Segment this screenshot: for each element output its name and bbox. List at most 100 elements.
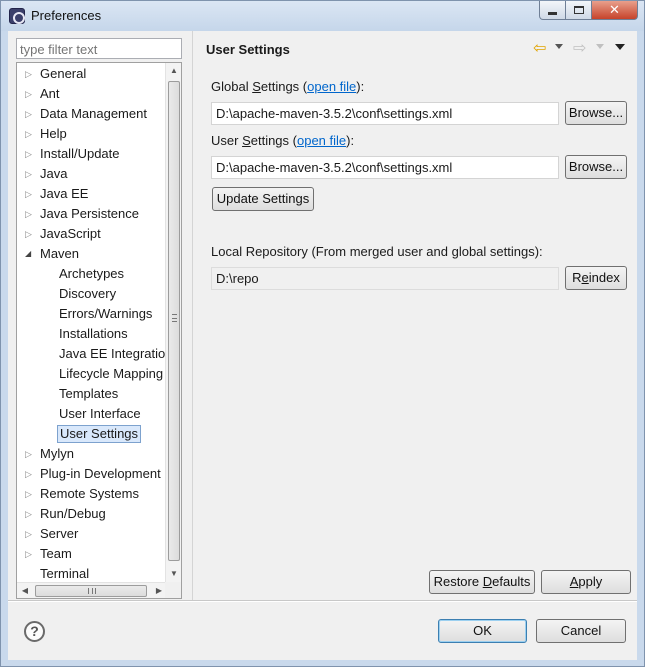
tree-item-label: Team	[40, 546, 72, 561]
collapsed-arrow-icon[interactable]: ▷	[25, 504, 35, 524]
tree-item[interactable]: Errors/Warnings	[17, 304, 167, 324]
scroll-up-icon[interactable]: ▲	[166, 63, 181, 79]
dialog-body: ▷ General ▷ Ant ▷ Data Management ▷ Help ▷ Instal…	[8, 31, 637, 660]
update-settings-button[interactable]: Update Settings	[212, 187, 314, 211]
tree-item[interactable]: ▷ Help	[17, 124, 167, 144]
tree-item[interactable]: ▷ Ant	[17, 84, 167, 104]
collapsed-arrow-icon[interactable]: ▷	[25, 444, 35, 464]
tree-item[interactable]: ▷ Run/Debug	[17, 504, 167, 524]
collapsed-arrow-icon[interactable]: ▷	[25, 144, 35, 164]
close-button[interactable]: ✕	[592, 1, 638, 20]
tree-item-label: General	[40, 66, 87, 81]
collapsed-arrow-icon[interactable]: ▷	[25, 484, 35, 504]
ok-button[interactable]: OK	[438, 619, 527, 643]
tree-item-label: User Interface	[59, 406, 141, 421]
page-title: User Settings	[206, 42, 290, 57]
filter-input[interactable]	[16, 38, 182, 59]
global-open-file-link[interactable]: open file	[307, 79, 356, 94]
tree-item-label: Server	[40, 526, 79, 541]
maximize-button[interactable]	[566, 1, 592, 20]
collapsed-arrow-icon[interactable]: ▷	[25, 84, 35, 104]
tree-item[interactable]: ▷ Data Management	[17, 104, 167, 124]
title-bar[interactable]: Preferences ✕	[1, 1, 644, 31]
tree-item[interactable]: ▷ Java EE	[17, 184, 167, 204]
minimize-icon	[548, 11, 557, 15]
reindex-button[interactable]: Reindex	[565, 266, 627, 290]
tree-item[interactable]: Templates	[17, 384, 167, 404]
user-open-file-link[interactable]: open file	[297, 133, 346, 148]
preferences-window: Preferences ✕ ▷ General ▷ Ant ▷ Data Manageme…	[0, 0, 645, 667]
label-text: ettings (	[260, 79, 308, 94]
tree-item[interactable]: Discovery	[17, 284, 167, 304]
collapsed-arrow-icon[interactable]: ▷	[25, 104, 35, 124]
forward-arrow-icon[interactable]: ⇨	[573, 40, 586, 58]
panel-splitter[interactable]	[192, 31, 193, 600]
back-arrow-icon[interactable]: ⇦	[533, 40, 546, 58]
tree-item-label: Java EE	[40, 186, 89, 201]
view-menu-icon[interactable]	[615, 44, 625, 50]
collapsed-arrow-icon[interactable]: ▷	[25, 224, 35, 244]
tree-item[interactable]: ▷ General	[17, 64, 167, 84]
tree-item[interactable]: ▷ Team	[17, 544, 167, 564]
cancel-button[interactable]: Cancel	[536, 619, 626, 643]
collapsed-arrow-icon[interactable]: ▷	[25, 524, 35, 544]
mnemonic-letter: D	[482, 574, 493, 589]
tree-vertical-scrollbar[interactable]: ▲ ▼	[165, 63, 181, 582]
tree-item[interactable]: Terminal	[17, 564, 167, 584]
tree-item-label: Lifecycle Mapping	[59, 366, 164, 381]
forward-history-dropdown-icon[interactable]	[596, 44, 604, 49]
tree-item[interactable]: Installations	[17, 324, 167, 344]
tree-item[interactable]: ▷ Remote Systems	[17, 484, 167, 504]
global-settings-field[interactable]: D:\apache-maven-3.5.2\conf\settings.xml	[211, 102, 559, 125]
horizontal-scroll-thumb[interactable]	[35, 585, 147, 597]
tree-item[interactable]: ▷ Plug-in Development	[17, 464, 167, 484]
preference-tree[interactable]: ▷ General ▷ Ant ▷ Data Management ▷ Help ▷ Instal…	[16, 62, 182, 599]
tree-item[interactable]: User Settings	[17, 424, 167, 444]
tree-item[interactable]: ▷ Install/Update	[17, 144, 167, 164]
close-icon: ✕	[609, 2, 620, 17]
label-text: Global	[211, 79, 253, 94]
collapsed-arrow-icon[interactable]: ▷	[25, 164, 35, 184]
tree-item[interactable]: Java EE Integration	[17, 344, 172, 364]
minimize-button[interactable]	[539, 1, 566, 20]
scrollbar-corner	[165, 582, 181, 598]
label-text: index	[588, 270, 620, 285]
scroll-down-icon[interactable]: ▼	[166, 566, 181, 582]
user-browse-button[interactable]: Browse...	[565, 155, 627, 179]
back-history-dropdown-icon[interactable]	[555, 44, 563, 49]
collapsed-arrow-icon[interactable]: ▷	[25, 544, 35, 564]
window-title: Preferences	[31, 8, 102, 23]
tree-item[interactable]: ◢ Maven	[17, 244, 167, 264]
collapsed-arrow-icon[interactable]: ▷	[25, 184, 35, 204]
vertical-scroll-thumb[interactable]	[168, 81, 180, 561]
tree-item-label: Discovery	[59, 286, 117, 301]
tree-item[interactable]: Lifecycle Mapping	[17, 364, 167, 384]
local-repository-field[interactable]: D:\repo	[211, 267, 559, 290]
tree-item[interactable]: ▷ Server	[17, 524, 167, 544]
tree-item-label: Help	[40, 126, 67, 141]
tree-horizontal-scrollbar[interactable]: ◀ ▶	[17, 582, 167, 598]
grip-icon	[172, 314, 177, 322]
mnemonic-letter: S	[242, 133, 251, 148]
collapsed-arrow-icon[interactable]: ▷	[25, 204, 35, 224]
tree-item[interactable]: ▷ JavaScript	[17, 224, 167, 244]
label-text: ):	[346, 133, 355, 148]
tree-item[interactable]: Archetypes	[17, 264, 167, 284]
tree-item[interactable]: ▷ Java	[17, 164, 167, 184]
user-settings-field[interactable]: D:\apache-maven-3.5.2\conf\settings.xml	[211, 156, 559, 179]
collapsed-arrow-icon[interactable]: ▷	[25, 464, 35, 484]
tree-item[interactable]: ▷ Mylyn	[17, 444, 167, 464]
tree-item[interactable]: ▷ Java Persistence	[17, 204, 167, 224]
collapsed-arrow-icon[interactable]: ▷	[25, 64, 35, 84]
scroll-left-icon[interactable]: ◀	[17, 583, 33, 598]
global-browse-button[interactable]: Browse...	[565, 101, 627, 125]
restore-defaults-button[interactable]: Restore Defaults	[429, 570, 535, 594]
no-expand-icon	[25, 564, 35, 584]
collapsed-arrow-icon[interactable]: ▷	[25, 124, 35, 144]
help-icon[interactable]: ?	[24, 621, 45, 642]
mnemonic-letter: e	[581, 270, 589, 285]
tree-item[interactable]: User Interface	[17, 404, 167, 424]
tree-item-label: Templates	[59, 386, 119, 401]
expanded-arrow-icon[interactable]: ◢	[25, 244, 35, 264]
apply-button[interactable]: Apply	[541, 570, 631, 594]
